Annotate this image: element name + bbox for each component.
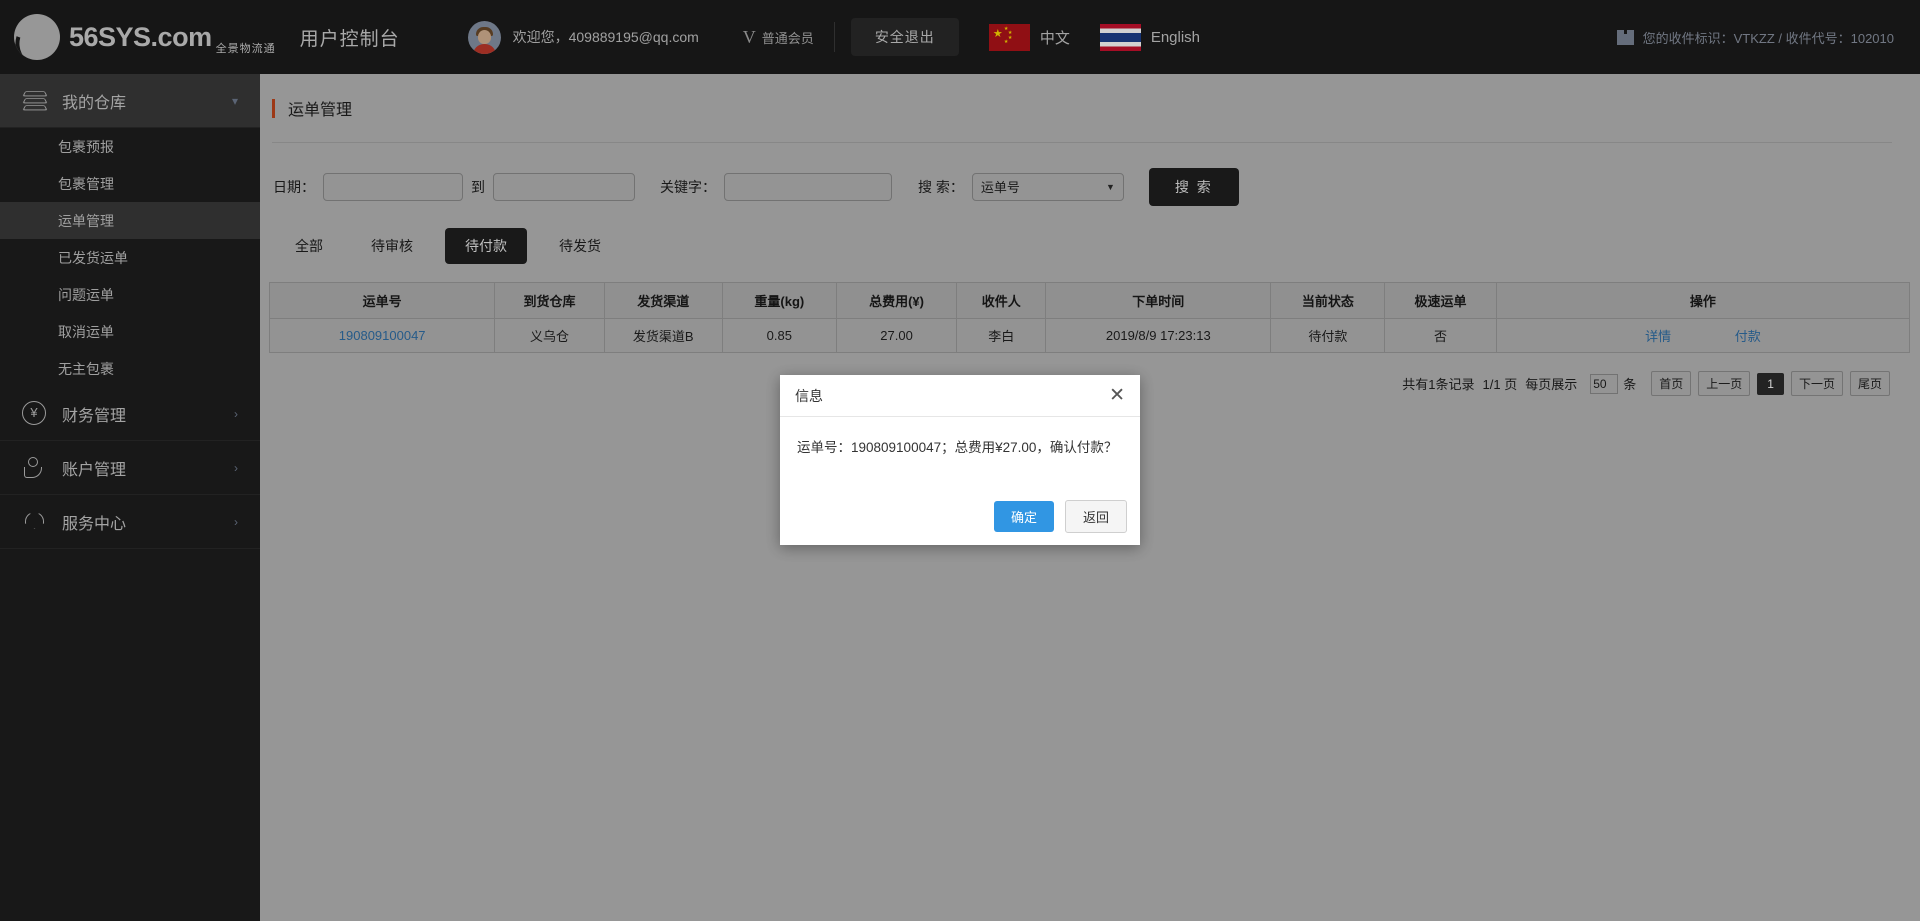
confirm-payment-dialog: 信息 ✕ 运单号：190809100047；总费用¥27.00，确认付款？ 确定… <box>780 375 1140 545</box>
modal-footer: 确定 返回 <box>993 500 1127 533</box>
modal-message: 运单号：190809100047；总费用¥27.00，确认付款？ <box>797 440 1118 455</box>
confirm-button[interactable]: 确定 <box>993 501 1054 532</box>
cancel-button[interactable]: 返回 <box>1064 500 1127 533</box>
modal-header: 信息 ✕ <box>780 375 1140 417</box>
modal-title: 信息 <box>795 387 823 404</box>
close-icon[interactable]: ✕ <box>1109 386 1125 405</box>
